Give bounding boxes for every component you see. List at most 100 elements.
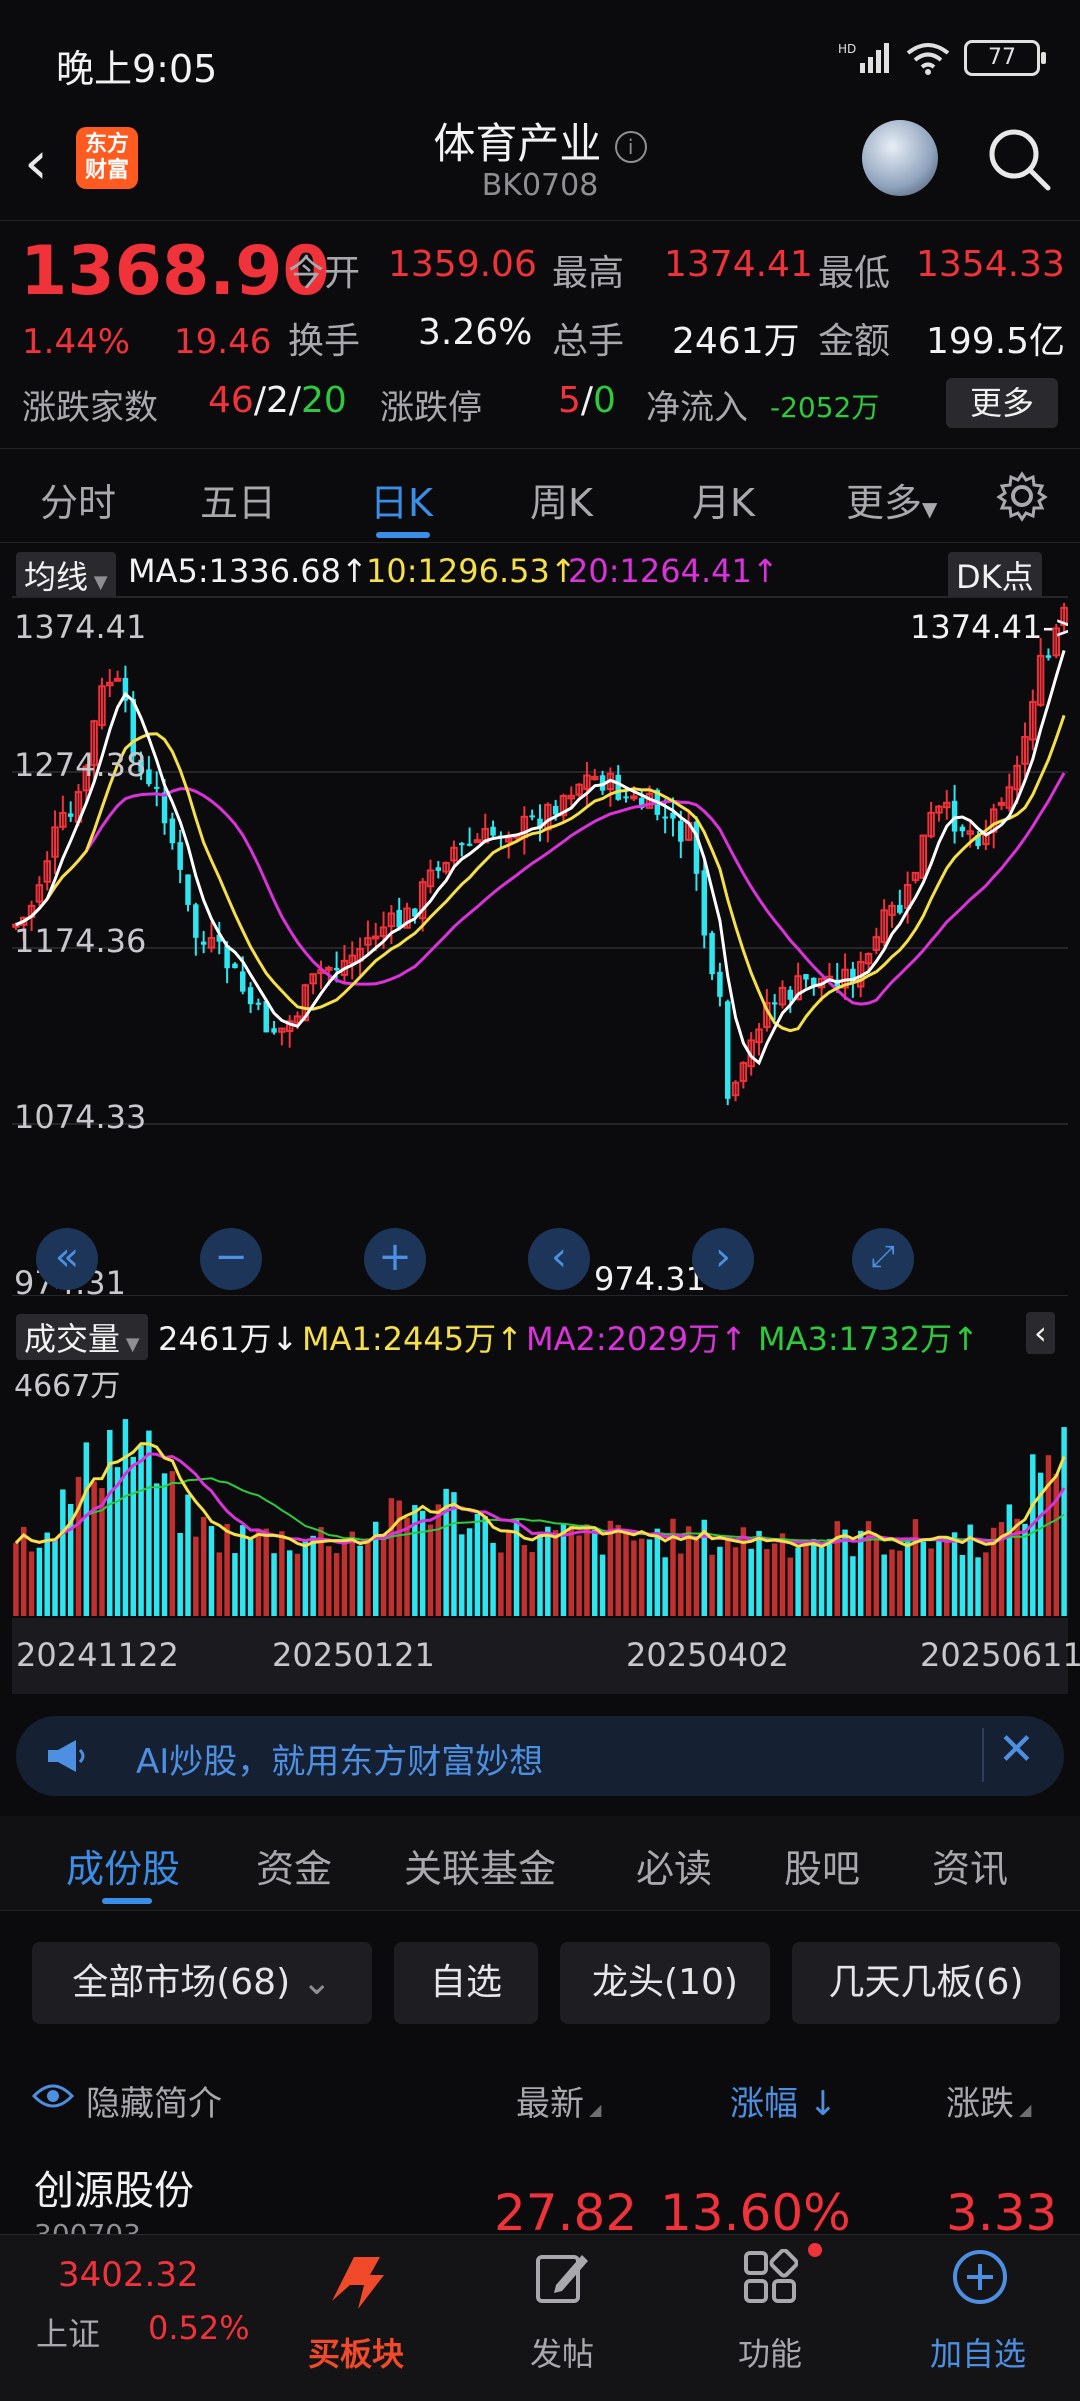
tab-funds[interactable]: 资金 bbox=[256, 1838, 332, 1893]
table-row[interactable]: 创源股份 300703 27.82 13.60% 3.33 bbox=[0, 2150, 1080, 2251]
assistant-avatar-icon[interactable] bbox=[862, 120, 938, 196]
scroll-start-button[interactable]: « bbox=[36, 1228, 98, 1290]
ma-type-select[interactable]: 均线 ▼ bbox=[16, 552, 116, 598]
gear-icon[interactable] bbox=[996, 470, 1048, 522]
volume-bar bbox=[474, 1513, 481, 1616]
scroll-right-button[interactable]: › bbox=[692, 1228, 754, 1290]
sort-latest[interactable]: 最新 ◢ bbox=[516, 2076, 601, 2125]
vol-ma3: MA3:1732万↑ bbox=[758, 1320, 979, 1358]
zoom-in-button[interactable]: + bbox=[364, 1228, 426, 1290]
dk-point-button[interactable]: DK点 bbox=[948, 552, 1042, 598]
caret-down-icon: ▼ bbox=[88, 572, 108, 593]
bottom-nav: 3402.32 上证 0.52% 买板块 发帖 功能 加自选 bbox=[0, 2234, 1080, 2401]
candle bbox=[473, 839, 482, 844]
volume-bar bbox=[662, 1557, 668, 1616]
volume-bar bbox=[240, 1525, 246, 1616]
hide-intro-toggle[interactable]: 隐藏简介 bbox=[86, 2076, 222, 2125]
turnover-label: 换手 bbox=[288, 321, 361, 362]
nav-post[interactable]: 发帖 bbox=[482, 2329, 642, 2375]
volume-bar bbox=[646, 1539, 653, 1616]
ai-banner[interactable]: AI炒股，就用东方财富妙想 ✕ bbox=[16, 1716, 1064, 1796]
tab-monthly-k[interactable]: 月K bbox=[692, 472, 755, 527]
volume-bar bbox=[302, 1540, 309, 1616]
volume-bar bbox=[959, 1554, 966, 1616]
tab-weekly-k[interactable]: 周K bbox=[530, 472, 593, 527]
buy-board-icon[interactable] bbox=[322, 2245, 392, 2315]
add-circle-icon[interactable] bbox=[950, 2247, 1010, 2307]
candle bbox=[997, 801, 1006, 806]
volume-bar bbox=[91, 1481, 97, 1616]
volume-bar bbox=[427, 1524, 434, 1616]
index-value[interactable]: 3402.32 bbox=[58, 2255, 199, 2295]
tab-must-read[interactable]: 必读 bbox=[636, 1838, 712, 1893]
brand-logo: 东方财富 bbox=[76, 127, 138, 189]
eye-icon[interactable] bbox=[32, 2082, 74, 2110]
volume-bar bbox=[920, 1541, 927, 1616]
volume-bar bbox=[349, 1531, 356, 1616]
collapse-icon[interactable]: ‹ bbox=[1026, 1312, 1055, 1354]
volume-now: 2461万↓ bbox=[158, 1320, 299, 1358]
status-icons: HD 77 bbox=[838, 40, 1046, 76]
info-icon[interactable]: i bbox=[614, 130, 647, 163]
active-tab-indicator bbox=[376, 532, 430, 538]
scroll-left-button[interactable]: ‹ bbox=[528, 1228, 590, 1290]
close-icon[interactable]: ✕ bbox=[998, 1724, 1035, 1775]
volume-bar bbox=[435, 1504, 442, 1616]
nav-add-watchlist[interactable]: 加自选 bbox=[898, 2329, 1058, 2375]
candle bbox=[146, 769, 152, 785]
high-label: 最高 bbox=[552, 253, 625, 294]
volume-bar bbox=[294, 1553, 301, 1616]
filter-market[interactable]: 全部市场(68) ⌄ bbox=[32, 1942, 372, 2024]
fullscreen-button[interactable]: ⤢ bbox=[852, 1228, 914, 1290]
ma-legend: 均线 ▼ MA5:1336.68↑ 10:1296.53↑ 20:1264.41… bbox=[0, 550, 1080, 598]
search-icon[interactable] bbox=[984, 124, 1054, 194]
sort-pct[interactable]: 涨幅 ↓ bbox=[730, 2076, 837, 2125]
index-pct[interactable]: 0.52% bbox=[148, 2309, 250, 2347]
tab-constituents[interactable]: 成份股 bbox=[66, 1838, 180, 1893]
filter-watchlist[interactable]: 自选 bbox=[394, 1942, 538, 2024]
tab-related-funds[interactable]: 关联基金 bbox=[404, 1838, 556, 1893]
volume-bar bbox=[28, 1551, 35, 1616]
candlestick-chart[interactable]: 1374.41 1274.38 1174.36 1074.33 974.31 1… bbox=[12, 596, 1068, 1296]
nav-buy-board[interactable]: 买板块 bbox=[276, 2329, 436, 2375]
indicator-select[interactable]: 成交量 ▼ bbox=[16, 1314, 148, 1360]
nav-functions[interactable]: 功能 bbox=[690, 2329, 850, 2375]
change-value: 19.46 bbox=[174, 322, 272, 362]
volume-bar bbox=[146, 1430, 152, 1616]
volume-label: 总手 bbox=[552, 321, 625, 362]
turnover-value: 3.26% bbox=[418, 312, 533, 353]
volume-bar bbox=[607, 1520, 614, 1616]
zoom-out-button[interactable]: − bbox=[200, 1228, 262, 1290]
candle bbox=[771, 1002, 778, 1005]
vol-ma2: MA2:2029万↑ bbox=[526, 1320, 747, 1358]
volume-bar bbox=[865, 1521, 872, 1616]
candle bbox=[161, 792, 168, 824]
tab-news[interactable]: 资讯 bbox=[932, 1838, 1008, 1893]
breadth-label: 涨跌家数 bbox=[22, 388, 158, 428]
tab-more[interactable]: 更多▼ bbox=[846, 472, 937, 527]
sort-change[interactable]: 涨跌 ◢ bbox=[946, 2076, 1031, 2125]
candle bbox=[803, 974, 809, 980]
index-name[interactable]: 上证 bbox=[36, 2309, 100, 2355]
grid-icon[interactable] bbox=[742, 2249, 798, 2305]
tab-daily-k[interactable]: 日K bbox=[370, 472, 433, 527]
tab-forum[interactable]: 股吧 bbox=[784, 1838, 860, 1893]
period-tabs: 分时 五日 日K 周K 月K 更多▼ bbox=[0, 450, 1080, 543]
candle bbox=[435, 867, 442, 871]
chart-grid bbox=[12, 596, 1068, 1296]
volume-bar bbox=[286, 1550, 293, 1616]
edit-icon[interactable] bbox=[534, 2249, 590, 2305]
back-icon[interactable]: ‹ bbox=[24, 128, 48, 198]
volume-bar bbox=[599, 1554, 606, 1616]
more-button[interactable]: 更多 bbox=[946, 378, 1058, 428]
filter-streak[interactable]: 几天几板(6) bbox=[792, 1942, 1060, 2024]
volume-bar bbox=[36, 1547, 43, 1616]
tab-five-day[interactable]: 五日 bbox=[200, 472, 276, 527]
candle bbox=[623, 796, 629, 799]
netflow-label: 净流入 bbox=[646, 388, 748, 428]
filter-leaders[interactable]: 龙头(10) bbox=[560, 1942, 770, 2024]
volume-chart[interactable]: 4667万 bbox=[12, 1362, 1068, 1616]
volume-bar bbox=[842, 1529, 848, 1616]
candle bbox=[662, 816, 668, 819]
tab-intraday[interactable]: 分时 bbox=[40, 472, 116, 527]
